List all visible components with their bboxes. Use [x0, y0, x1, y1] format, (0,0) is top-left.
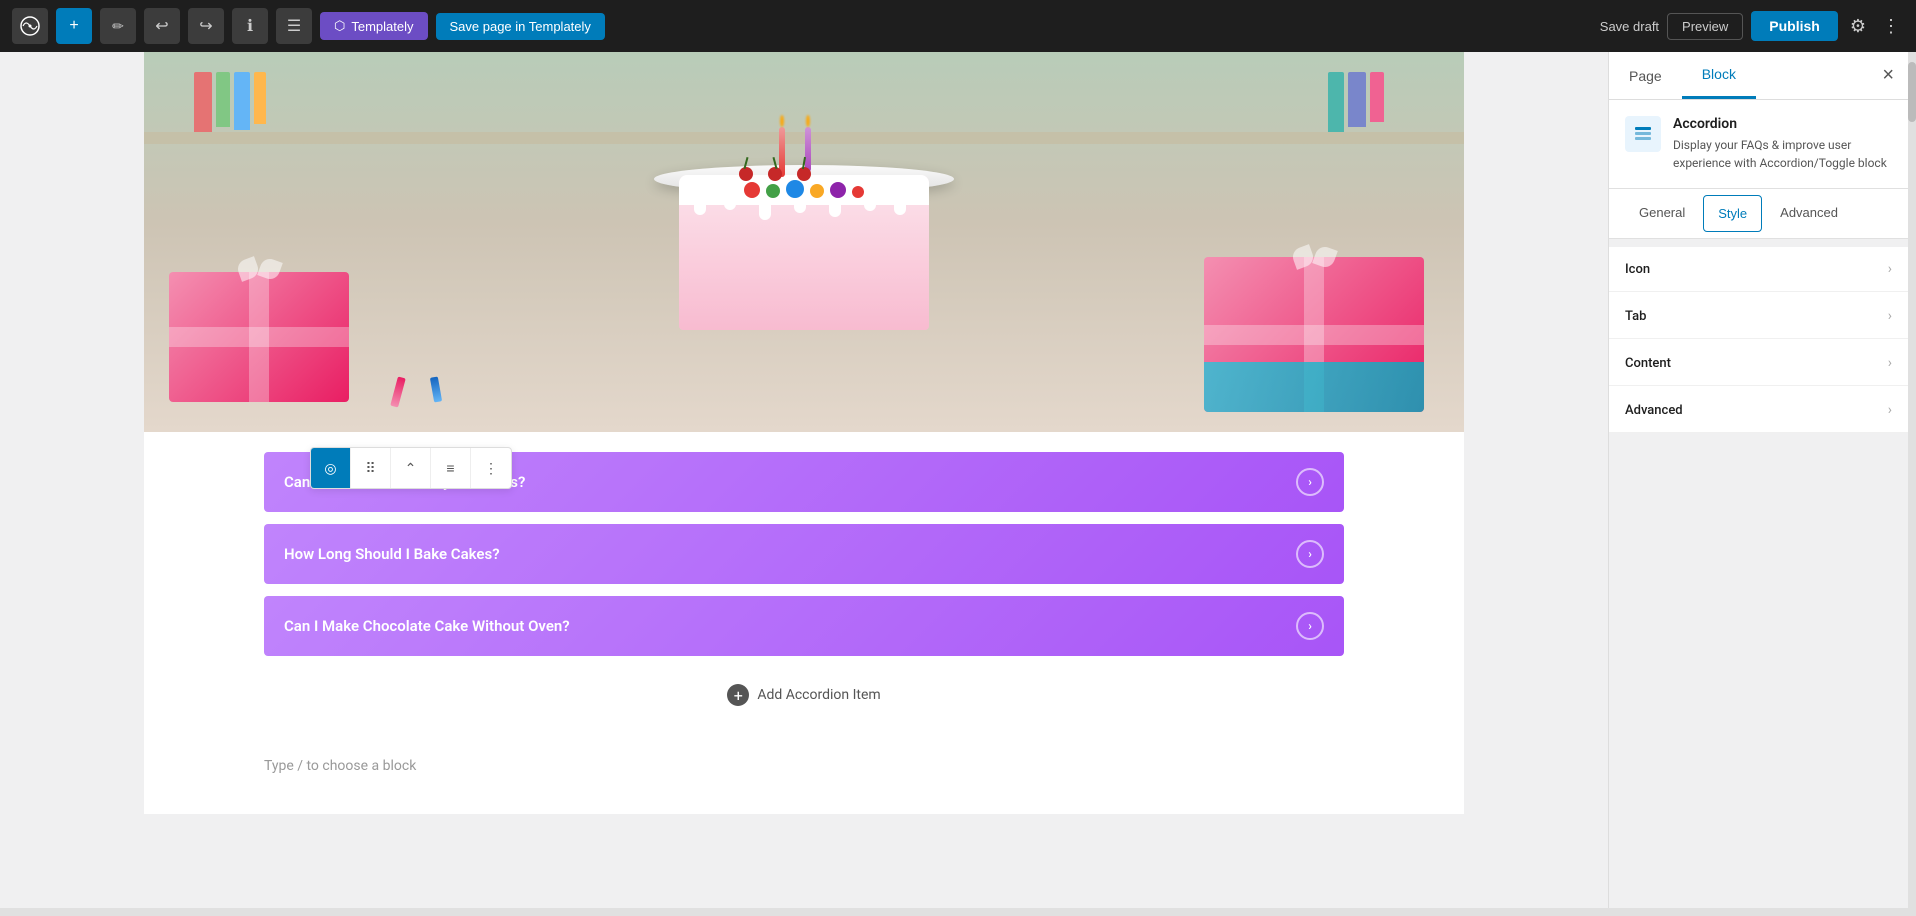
block-description: Display your FAQs & improve user experie…: [1673, 136, 1892, 172]
panel-tab-label: Tab: [1625, 309, 1646, 324]
block-type-icon: ◎: [324, 460, 336, 477]
chevron-right-icon-2: ›: [1308, 547, 1312, 561]
save-draft-button[interactable]: Save draft: [1600, 19, 1659, 34]
sidebar-header: Page Block ×: [1609, 52, 1908, 100]
accordion-title-2: How Long Should I Bake Cakes?: [284, 545, 500, 563]
panel-content[interactable]: Content ›: [1609, 341, 1908, 386]
right-sidebar: Page Block × Accordion Display: [1608, 52, 1908, 908]
accordion-item-3: Can I Make Chocolate Cake Without Oven? …: [264, 596, 1344, 656]
arrows-icon: ⌃: [405, 460, 417, 477]
close-icon: ×: [1882, 64, 1894, 86]
templately-icon: ⬡: [334, 18, 345, 34]
panel-content-chevron: ›: [1888, 355, 1892, 371]
settings-tabs: General Style Advanced: [1609, 189, 1908, 239]
main-layout: ◎ ⠿ ⌃ ≡ ⋮ Can I: [0, 52, 1916, 908]
gear-icon: ⚙: [1850, 16, 1866, 36]
panel-advanced-label: Advanced: [1625, 403, 1683, 418]
list-view-button[interactable]: ☰: [276, 8, 312, 44]
accordion-arrow-2: ›: [1296, 540, 1324, 568]
preview-button[interactable]: Preview: [1667, 13, 1743, 40]
more-options-button[interactable]: ⋮: [471, 448, 511, 488]
redo-icon: ↪: [199, 16, 212, 36]
plus-icon: +: [69, 17, 78, 35]
block-floating-toolbar: ◎ ⠿ ⌃ ≡ ⋮: [310, 447, 512, 489]
accordion-header-2[interactable]: How Long Should I Bake Cakes? ›: [264, 524, 1344, 584]
ellipsis-icon: ⋮: [484, 460, 498, 477]
editor-area[interactable]: ◎ ⠿ ⌃ ≡ ⋮ Can I: [0, 52, 1608, 908]
toolbar-right: Save draft Preview Publish ⚙ ⋮: [1600, 11, 1904, 41]
settings-tab-advanced[interactable]: Advanced: [1766, 189, 1852, 238]
block-title: Accordion: [1673, 116, 1892, 132]
publish-button[interactable]: Publish: [1751, 11, 1838, 41]
accordion-title-3: Can I Make Chocolate Cake Without Oven?: [284, 617, 570, 635]
wp-logo[interactable]: [12, 8, 48, 44]
align-icon: ≡: [446, 460, 454, 476]
settings-button[interactable]: ⚙: [1846, 12, 1870, 41]
accordion-arrow-3: ›: [1296, 612, 1324, 640]
add-circle-icon: +: [727, 684, 749, 706]
settings-group: Icon › Tab › Content › Advanced ›: [1609, 247, 1908, 433]
list-icon: ☰: [287, 16, 301, 36]
bottom-scrollbar[interactable]: [0, 908, 1916, 916]
accordion-arrow-1: ›: [1296, 468, 1324, 496]
info-button[interactable]: ℹ: [232, 8, 268, 44]
sidebar-close-button[interactable]: ×: [1868, 54, 1908, 97]
dots-vertical-icon: ⋮: [1882, 16, 1900, 36]
chevron-right-icon-1: ›: [1308, 475, 1312, 489]
pen-icon: ✏: [112, 18, 124, 35]
redo-button[interactable]: ↪: [188, 8, 224, 44]
panel-advanced-chevron: ›: [1888, 402, 1892, 418]
accordion-block-icon: [1625, 116, 1661, 152]
chevron-right-icon-3: ›: [1308, 619, 1312, 633]
hero-image: [144, 52, 1464, 432]
add-block-button[interactable]: +: [56, 8, 92, 44]
align-button[interactable]: ≡: [431, 448, 471, 488]
block-info: Accordion Display your FAQs & improve us…: [1609, 100, 1908, 189]
undo-button[interactable]: ↩: [144, 8, 180, 44]
toolbar-left: + ✏ ↩ ↪ ℹ ☰ ⬡ Templately Save page in Te…: [12, 8, 605, 44]
top-toolbar: + ✏ ↩ ↪ ℹ ☰ ⬡ Templately Save page in Te…: [0, 0, 1916, 52]
accordion-header-3[interactable]: Can I Make Chocolate Cake Without Oven? …: [264, 596, 1344, 656]
more-menu-button[interactable]: ⋮: [1878, 12, 1904, 41]
panel-tab[interactable]: Tab ›: [1609, 294, 1908, 339]
tab-block[interactable]: Block: [1682, 52, 1756, 99]
templately-button[interactable]: ⬡ Templately: [320, 12, 428, 40]
settings-tab-style[interactable]: Style: [1703, 195, 1762, 232]
save-templately-button[interactable]: Save page in Templately: [436, 13, 605, 40]
cake-scene: [144, 52, 1464, 432]
move-up-down-button[interactable]: ⌃: [391, 448, 431, 488]
panel-tab-chevron: ›: [1888, 308, 1892, 324]
sidebar-scrollbar[interactable]: [1908, 52, 1916, 908]
panel-icon-chevron: ›: [1888, 261, 1892, 277]
edit-button[interactable]: ✏: [100, 8, 136, 44]
info-icon: ℹ: [247, 16, 253, 36]
panel-advanced[interactable]: Advanced ›: [1609, 388, 1908, 433]
settings-tab-general[interactable]: General: [1625, 189, 1699, 238]
accordion-item-2: How Long Should I Bake Cakes? ›: [264, 524, 1344, 584]
add-accordion-label: Add Accordion Item: [757, 687, 880, 703]
panel-icon[interactable]: Icon ›: [1609, 247, 1908, 292]
scroll-thumb: [1908, 62, 1916, 122]
editor-canvas: ◎ ⠿ ⌃ ≡ ⋮ Can I: [144, 52, 1464, 814]
settings-panels: Icon › Tab › Content › Advanced ›: [1609, 239, 1908, 908]
block-type-button[interactable]: ◎: [311, 448, 351, 488]
type-block-hint[interactable]: Type / to choose a block: [144, 742, 1464, 814]
sidebar-tabs: Page Block: [1609, 52, 1756, 99]
tab-page[interactable]: Page: [1609, 52, 1682, 99]
drag-handle-button[interactable]: ⠿: [351, 448, 391, 488]
add-accordion-item-button[interactable]: + Add Accordion Item: [264, 668, 1344, 722]
block-info-text: Accordion Display your FAQs & improve us…: [1673, 116, 1892, 172]
panel-icon-label: Icon: [1625, 262, 1650, 277]
undo-icon: ↩: [155, 16, 168, 36]
drag-icon: ⠿: [365, 460, 375, 477]
panel-content-label: Content: [1625, 356, 1671, 371]
